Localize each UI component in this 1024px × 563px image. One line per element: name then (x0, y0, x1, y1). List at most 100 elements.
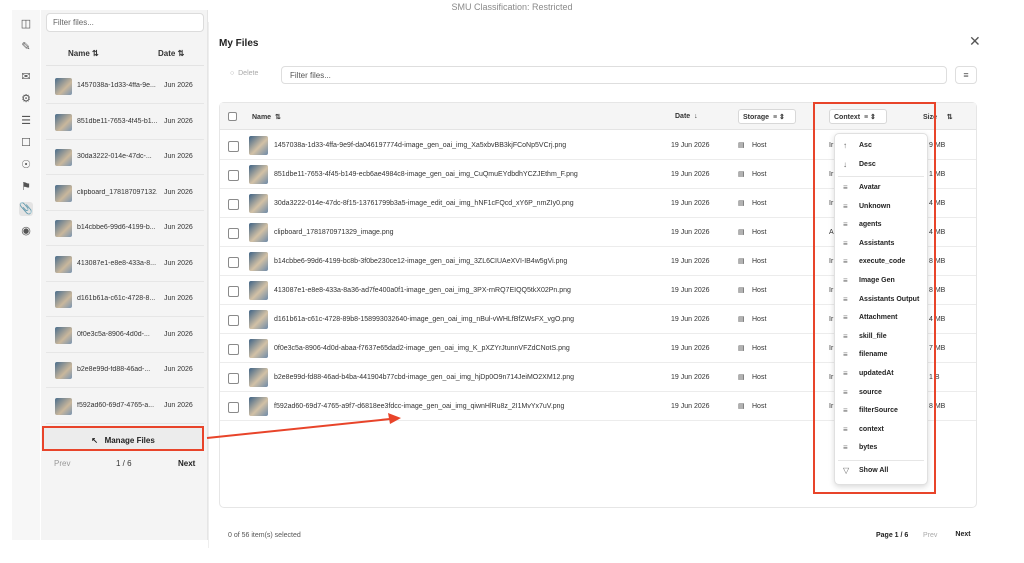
row-checkbox[interactable] (228, 199, 239, 210)
panel-file-row[interactable]: 851dbe11-7653-4f45-b1... Jun 2026 (46, 105, 204, 140)
panel-file-date: Jun 2026 (164, 153, 193, 160)
database-icon: ▤ (738, 142, 745, 149)
chat-bubbles-icon[interactable]: ✉ (19, 70, 33, 84)
panel-file-date: Jun 2026 (164, 117, 193, 125)
panel-col-date[interactable]: Date ⇅ (158, 49, 184, 58)
row-checkbox[interactable] (228, 257, 239, 268)
file-thumbnail (55, 149, 72, 166)
file-thumbnail (249, 165, 268, 184)
panel-file-name: b14cbbe6-99d6-4199-b... (77, 224, 156, 231)
delete-button[interactable]: ○ Delete (222, 66, 274, 83)
bookmark-icon[interactable]: ⚑ (19, 180, 33, 194)
new-chat-icon[interactable]: ✎ (19, 40, 33, 54)
database-icon: ▤ (738, 403, 745, 410)
panel-col-name[interactable]: Name ⇅ (68, 49, 99, 58)
panel-file-row[interactable]: 1457038a-1d33-4ffa-9e... Jun 2026 (46, 69, 204, 104)
modal-filter-input[interactable]: Filter files... (281, 66, 947, 84)
panel-file-date: Jun 2026 (164, 401, 193, 409)
file-name: 413087e1-e8e8-433a-8a36-ad7fe400a0f1-ima… (274, 287, 571, 294)
file-date: 19 Jun 2026 (671, 142, 710, 149)
panel-file-row[interactable]: b14cbbe6-99d6-4199-b... Jun 2026 (46, 211, 204, 246)
database-icon: ▤ (738, 287, 745, 294)
file-date: 19 Jun 2026 (671, 229, 710, 236)
file-thumbnail (55, 255, 72, 273)
file-thumbnail (55, 184, 72, 202)
col-storage-header[interactable]: Storage ≡ ⇕ (738, 109, 796, 124)
panel-file-date: Jun 2026 (164, 295, 193, 302)
col-name-header[interactable]: Name ⇅ (252, 113, 281, 121)
file-thumbnail (249, 310, 268, 329)
file-storage: Host (752, 229, 767, 236)
panel-next-button[interactable]: Next (178, 459, 195, 468)
file-date: 19 Jun 2026 (671, 287, 710, 294)
file-thumbnail (249, 252, 268, 271)
prompts-icon[interactable]: ☰ (19, 114, 33, 128)
file-thumbnail (249, 136, 268, 155)
panel-file-name: f592ad60-69d7-4765-a... (77, 401, 155, 409)
row-checkbox[interactable] (228, 344, 239, 355)
bot-icon[interactable]: ⚙ (19, 92, 33, 106)
panel-file-name: d161b61a-c61c-4728-8... (77, 295, 156, 302)
file-thumbnail (55, 362, 72, 379)
prev-button[interactable]: Prev (923, 532, 937, 539)
panel-file-row[interactable]: d161b61a-c61c-4728-8... Jun 2026 (46, 282, 204, 317)
col-date-header[interactable]: Date ↓ (675, 113, 698, 120)
file-thumbnail (249, 339, 268, 358)
panel-file-row[interactable]: 413087e1-e8e8-433a-8... Jun 2026 (46, 247, 204, 282)
sidebar-toggle-icon[interactable]: ◫ (19, 17, 33, 31)
file-name: 851dbe11-7653-4f45-b149-ecb6ae4984c8-ima… (274, 171, 578, 178)
panel-file-name: 1457038a-1d33-4ffa-9e... (77, 82, 156, 89)
file-date: 19 Jun 2026 (671, 258, 710, 265)
edit-icon[interactable]: ☐ (19, 136, 33, 150)
attachment-icon[interactable]: 📎 (19, 202, 33, 216)
panel-file-date: Jun 2026 (164, 82, 193, 89)
panel-table-header: Name ⇅ Date ⇅ (46, 40, 204, 66)
panel-file-row[interactable]: 30da3222-014e-47dc-... Jun 2026 (46, 140, 204, 175)
row-checkbox[interactable] (228, 141, 239, 152)
row-checkbox[interactable] (228, 228, 239, 239)
row-checkbox[interactable] (228, 170, 239, 181)
file-storage: Host (752, 200, 767, 207)
file-thumbnail (55, 291, 72, 308)
panel-prev-button[interactable]: Prev (54, 459, 70, 468)
panel-file-row[interactable]: f592ad60-69d7-4765-a... Jun 2026 (46, 389, 204, 424)
next-button[interactable]: Next (948, 526, 978, 544)
panel-file-name: 413087e1-e8e8-433a-8... (77, 259, 157, 267)
expand-icon: ↖ (91, 436, 98, 445)
file-thumbnail (55, 78, 72, 95)
database-icon: ▤ (738, 229, 745, 236)
database-icon: ▤ (738, 316, 745, 323)
row-checkbox[interactable] (228, 315, 239, 326)
file-thumbnail (55, 220, 72, 237)
page-indicator: Page 1 / 6 (876, 532, 909, 539)
database-icon: ▤ (738, 374, 745, 381)
icon-rail (12, 10, 40, 540)
database-icon: ▤ (738, 171, 745, 178)
file-date: 19 Jun 2026 (671, 403, 710, 410)
panel-file-row[interactable]: b2e8e99d-fd88-46ad-... Jun 2026 (46, 353, 204, 388)
file-name: f592ad60-69d7-4765-a9f7-d6818ee3fdcc-ima… (274, 403, 565, 410)
panel-file-name: 0f0e3c5a-8906-4d0d-... (77, 330, 150, 338)
globe-icon[interactable]: ☉ (19, 158, 33, 172)
row-checkbox[interactable] (228, 286, 239, 297)
file-date: 19 Jun 2026 (671, 200, 710, 207)
panel-filter-input[interactable]: Filter files... (46, 13, 204, 32)
row-checkbox[interactable] (228, 373, 239, 384)
memory-icon[interactable]: ◉ (19, 224, 33, 238)
panel-file-row[interactable]: 0f0e3c5a-8906-4d0d-... Jun 2026 (46, 318, 204, 353)
file-storage: Host (752, 171, 767, 178)
panel-file-date: Jun 2026 (164, 224, 193, 231)
file-name: 30da3222-014e-47dc-8f15-13761799b3a5-ima… (274, 200, 574, 207)
close-icon[interactable]: ✕ (969, 33, 981, 50)
annotation-arrow (206, 413, 401, 439)
manage-files-button[interactable]: ↖ Manage Files (42, 426, 204, 451)
file-thumbnail (249, 223, 268, 242)
panel-file-name: 851dbe11-7653-4f45-b1... (77, 117, 157, 125)
select-all-checkbox[interactable] (228, 112, 237, 121)
file-name: 1457038a-1d33-4ffa-9e9f-da046197774d-ima… (274, 142, 567, 149)
file-thumbnail (249, 281, 268, 300)
column-filter-icon[interactable]: ≡ (955, 66, 977, 84)
panel-file-row[interactable]: clipboard_178187097132... Jun 2026 (46, 176, 204, 211)
file-thumbnail (55, 397, 72, 415)
file-thumbnail (249, 368, 268, 387)
